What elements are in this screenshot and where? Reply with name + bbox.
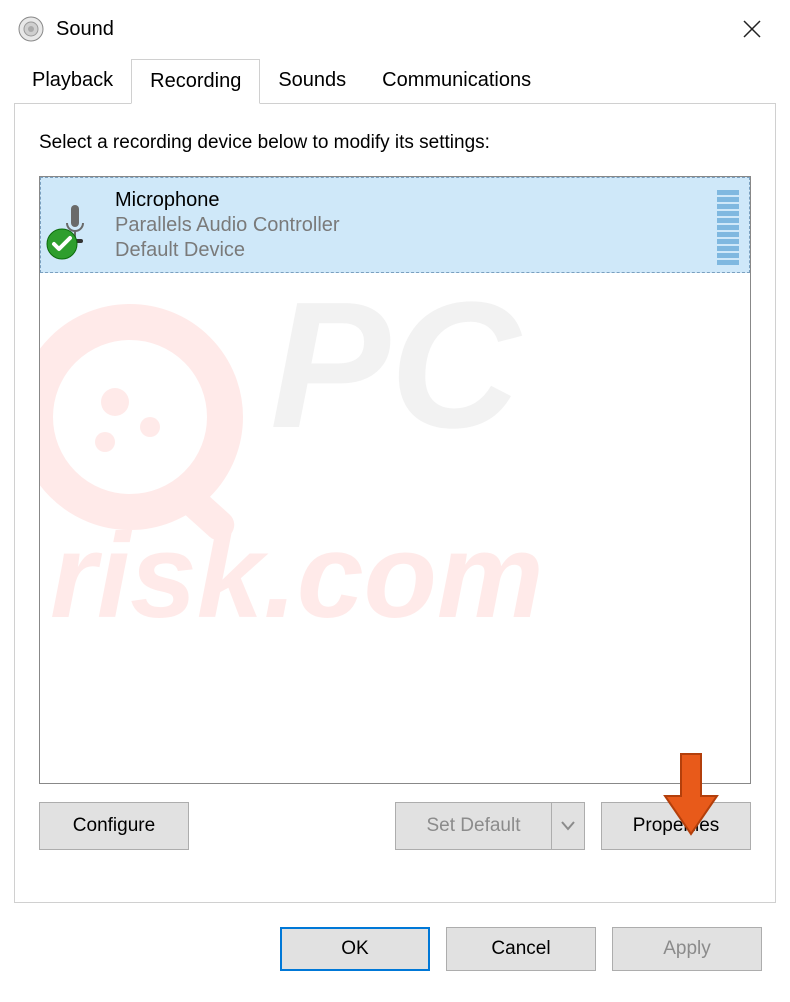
sound-icon <box>18 16 44 42</box>
device-name: Microphone <box>115 189 717 212</box>
cancel-button[interactable]: Cancel <box>446 927 596 971</box>
properties-button[interactable]: Properties <box>601 802 751 850</box>
device-icon <box>47 203 103 247</box>
window-title: Sound <box>56 18 114 41</box>
tab-communications[interactable]: Communications <box>364 59 549 104</box>
device-text: Microphone Parallels Audio Controller De… <box>103 189 717 262</box>
level-meter <box>717 185 739 265</box>
svg-text:PC: PC <box>270 265 523 466</box>
device-item-microphone[interactable]: Microphone Parallels Audio Controller De… <box>40 177 750 273</box>
title-bar: Sound <box>0 0 790 58</box>
svg-text:risk.com: risk.com <box>50 509 544 643</box>
tab-playback[interactable]: Playback <box>14 59 131 104</box>
set-default-dropdown[interactable] <box>551 802 585 850</box>
panel-instruction: Select a recording device below to modif… <box>39 132 751 154</box>
dialog-button-row: OK Cancel Apply <box>0 903 790 971</box>
set-default-button[interactable]: Set Default <box>395 802 551 850</box>
configure-button[interactable]: Configure <box>39 802 189 850</box>
device-driver: Parallels Audio Controller <box>115 214 717 237</box>
device-list[interactable]: PC risk.com Microphone Parallels Audio <box>39 176 751 784</box>
ok-button[interactable]: OK <box>280 927 430 971</box>
tab-strip: Playback Recording Sounds Communications <box>0 58 790 103</box>
set-default-group: Set Default <box>395 802 585 850</box>
close-icon <box>743 20 761 38</box>
device-status: Default Device <box>115 239 717 262</box>
chevron-down-icon <box>561 821 575 831</box>
recording-panel: Select a recording device below to modif… <box>14 103 776 903</box>
apply-button[interactable]: Apply <box>612 927 762 971</box>
tab-recording[interactable]: Recording <box>131 59 260 104</box>
close-button[interactable] <box>730 7 774 51</box>
panel-button-row: Configure Set Default Properties <box>39 802 751 850</box>
tab-sounds[interactable]: Sounds <box>260 59 364 104</box>
default-check-icon <box>45 227 79 261</box>
